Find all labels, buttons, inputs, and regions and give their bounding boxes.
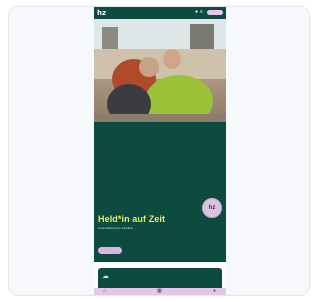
app-logo[interactable]: hz	[97, 9, 106, 17]
bottom-navigation: ⌂ ▦ ●	[94, 288, 226, 295]
menu-icon[interactable]: ≡	[200, 10, 205, 15]
home-icon[interactable]: ⌂	[102, 289, 107, 294]
hero-subline: Unterstützung für Familien	[98, 226, 134, 230]
hero-photo	[94, 19, 226, 122]
mobile-app-screen[interactable]: hz ● ≡ hz Held*in auf Zeit Unterstützung…	[94, 7, 226, 295]
hero-cta-button[interactable]	[98, 247, 122, 254]
hero-section: hz Held*in auf Zeit Unterstützung für Fa…	[94, 122, 226, 262]
hero-photo-illustration	[94, 19, 226, 122]
donate-pill-button[interactable]	[207, 10, 223, 15]
user-icon[interactable]: ●	[212, 289, 217, 294]
preview-card: hz ● ≡ hz Held*in auf Zeit Unterstützung…	[8, 6, 310, 296]
app-topbar: hz ● ≡	[94, 7, 226, 19]
hero-headline: Held*in auf Zeit	[98, 214, 166, 224]
illustration-icon: ☁	[102, 273, 109, 280]
grid-icon[interactable]: ▦	[157, 289, 162, 294]
brand-badge: hz	[202, 198, 222, 218]
